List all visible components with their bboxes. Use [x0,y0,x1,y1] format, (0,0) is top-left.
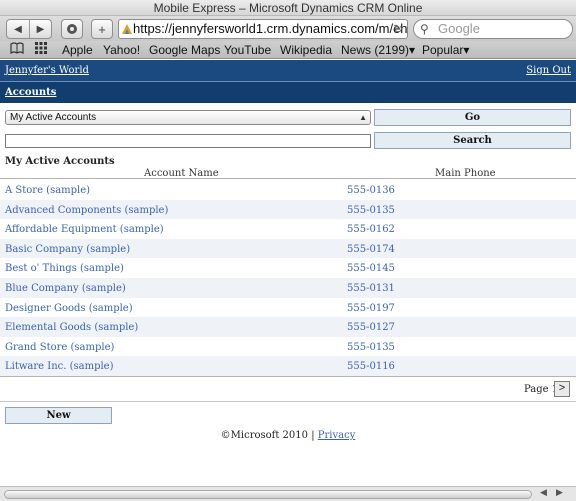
window-title: Mobile Express – Microsoft Dynamics CRM … [0,0,576,16]
account-name[interactable]: Designer Goods (sample) [5,303,133,314]
org-name-link[interactable]: Jennyfer's World [5,65,89,76]
account-phone[interactable]: 555-0127 [347,322,395,333]
account-name[interactable]: A Store (sample) [5,185,90,196]
account-phone[interactable]: 555-0197 [347,303,395,314]
copyright-text: ©Microsoft 2010 | [220,430,318,441]
accounts-table: A Store (sample) 555-0136 Advanced Compon… [0,180,576,376]
scroll-right-icon[interactable]: ▶ [556,488,563,498]
table-row[interactable]: Affordable Equipment (sample) 555-0162 [0,219,576,239]
account-name[interactable]: Basic Company (sample) [5,244,130,255]
horizontal-scrollbar[interactable]: ◀ ▶ [0,486,576,501]
sign-out-link[interactable]: Sign Out [526,65,571,76]
account-name[interactable]: Grand Store (sample) [5,342,114,353]
table-row[interactable]: Blue Company (sample) 555-0131 [0,277,576,298]
address-bar[interactable]: https://jennyfersworld1.crm.dynamics.com… [118,19,408,39]
account-name[interactable]: Best o' Things (sample) [5,263,124,274]
account-phone[interactable]: 555-0135 [347,342,395,353]
bookmark-google-maps[interactable]: Google Maps [149,42,220,58]
table-row[interactable]: Designer Goods (sample) 555-0197 [0,298,576,318]
open-book-icon[interactable] [10,42,24,58]
scroll-left-icon[interactable]: ◀ [540,488,547,498]
forward-icon[interactable]: ▶ [29,20,51,38]
accounts-link[interactable]: Accounts [5,87,56,98]
list-title: My Active Accounts [5,156,115,167]
browser-search-placeholder: Google [438,21,480,36]
table-row[interactable]: Basic Company (sample) 555-0174 [0,238,576,259]
org-header: Jennyfer's World Sign Out [0,60,576,81]
browser-search-field[interactable]: ⚲ Google [413,19,573,39]
view-selected-value: My Active Accounts [10,112,97,123]
bookmark-wikipedia[interactable]: Wikipedia [280,42,332,58]
reload-icon[interactable]: ↻ [393,20,403,38]
privacy-link[interactable]: Privacy [318,430,356,441]
account-name[interactable]: Elemental Goods (sample) [5,322,138,333]
search-button[interactable]: Search [374,132,571,149]
table-row[interactable]: Grand Store (sample) 555-0135 [0,337,576,357]
bookmarks-bar: Apple Yahoo! Google Maps YouTube Wikiped… [0,41,576,59]
site-favicon-icon [122,24,132,34]
next-page-button[interactable]: > [554,381,570,397]
account-phone[interactable]: 555-0116 [347,361,395,372]
table-row[interactable]: A Store (sample) 555-0136 [0,180,576,200]
account-name[interactable]: Litware Inc. (sample) [5,361,114,372]
add-bookmark-icon[interactable]: + [91,19,113,39]
account-phone[interactable]: 555-0145 [347,263,395,274]
go-button[interactable]: Go [374,109,571,126]
url-text: https://jennyfersworld1.crm.dynamics.com… [133,21,408,36]
account-phone[interactable]: 555-0162 [347,224,395,235]
crm-page: Jennyfer's World Sign Out Accounts My Ac… [0,60,576,485]
bookmark-news[interactable]: News (2199)▾ [341,42,415,58]
nav-bar: Accounts [0,81,576,103]
account-name[interactable]: Advanced Components (sample) [5,205,168,216]
table-bottom-divider [0,376,576,377]
account-name[interactable]: Affordable Equipment (sample) [5,224,164,235]
bookmark-yahoo[interactable]: Yahoo! [103,42,140,58]
view-selector[interactable]: My Active Accounts ▲ [5,110,371,125]
account-phone[interactable]: 555-0131 [347,283,395,294]
table-row[interactable]: Best o' Things (sample) 555-0145 [0,258,576,278]
bookmark-apple[interactable]: Apple [62,42,93,58]
account-phone[interactable]: 555-0174 [347,244,395,255]
search-input[interactable] [5,134,371,148]
evernote-icon[interactable] [61,19,83,39]
account-phone[interactable]: 555-0136 [347,185,395,196]
nav-buttons: ◀ ▶ [6,19,52,39]
table-row[interactable]: Litware Inc. (sample) 555-0116 [0,356,576,376]
account-name[interactable]: Blue Company (sample) [5,283,126,294]
header-divider [0,178,576,179]
table-row[interactable]: Elemental Goods (sample) 555-0127 [0,317,576,337]
bookmark-popular[interactable]: Popular▾ [422,42,469,58]
new-button[interactable]: New [5,407,112,424]
page-indicator: Page 1 [524,384,559,395]
pager-divider [0,401,576,402]
table-row[interactable]: Advanced Components (sample) 555-0135 [0,199,576,220]
scrollbar-thumb[interactable] [4,490,532,499]
account-phone[interactable]: 555-0135 [347,205,395,216]
bookmark-youtube[interactable]: YouTube [224,42,271,58]
search-icon: ⚲ [420,22,429,36]
back-icon[interactable]: ◀ [7,20,29,38]
grid-icon[interactable] [35,42,47,58]
chevron-updown-icon: ▲ [359,113,367,122]
footer: ©Microsoft 2010 | Privacy [0,430,576,441]
browser-toolbar: ◀ ▶ + https://jennyfersworld1.crm.dynami… [0,16,576,41]
